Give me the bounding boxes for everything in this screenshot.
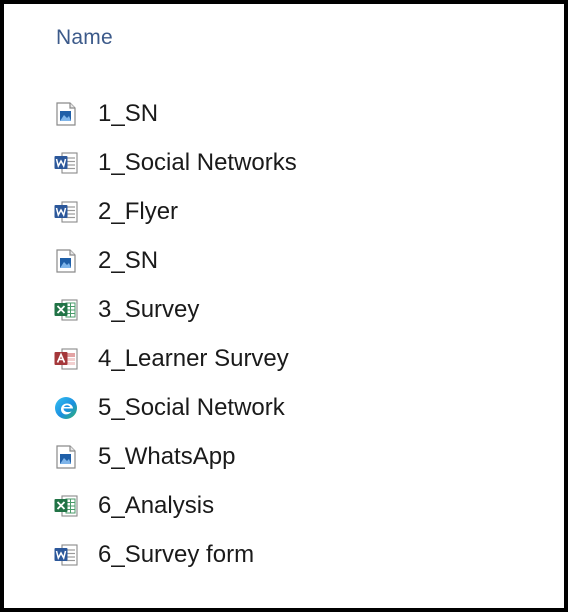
word-document-icon xyxy=(54,543,78,567)
file-name: 2_SN xyxy=(98,246,159,274)
excel-spreadsheet-icon xyxy=(54,298,78,322)
name-column-header[interactable]: Name xyxy=(56,26,113,50)
file-row-4-learner-survey[interactable]: 4_Learner Survey xyxy=(54,334,534,383)
file-row-1-sn[interactable]: 1_SN xyxy=(54,89,534,138)
file-name: 3_Survey xyxy=(98,295,200,323)
file-name: 4_Learner Survey xyxy=(98,344,289,372)
file-row-2-sn[interactable]: 2_SN xyxy=(54,236,534,285)
image-file-icon xyxy=(54,248,78,273)
image-file-icon xyxy=(54,101,78,126)
file-explorer-window: Name 1_SN 1_Social Networks 2_Flyer 2_SN… xyxy=(0,0,568,612)
file-name: 5_Social Network xyxy=(98,393,285,421)
file-row-3-survey[interactable]: 3_Survey xyxy=(54,285,534,334)
file-list: 1_SN 1_Social Networks 2_Flyer 2_SN 3_Su… xyxy=(54,89,534,579)
file-row-6-analysis[interactable]: 6_Analysis xyxy=(54,481,534,530)
file-name: 5_WhatsApp xyxy=(98,442,236,470)
edge-browser-icon xyxy=(54,396,78,420)
file-row-6-survey-form[interactable]: 6_Survey form xyxy=(54,530,534,579)
file-row-5-social-network[interactable]: 5_Social Network xyxy=(54,383,534,432)
file-name: 1_Social Networks xyxy=(98,148,297,176)
file-name: 6_Survey form xyxy=(98,540,255,568)
word-document-icon xyxy=(54,200,78,224)
file-name: 1_SN xyxy=(98,99,159,127)
excel-spreadsheet-icon xyxy=(54,494,78,518)
file-row-2-flyer[interactable]: 2_Flyer xyxy=(54,187,534,236)
image-file-icon xyxy=(54,444,78,469)
access-database-icon xyxy=(54,347,78,371)
file-name: 6_Analysis xyxy=(98,491,215,519)
file-row-5-whatsapp[interactable]: 5_WhatsApp xyxy=(54,432,534,481)
file-row-1-social-networks[interactable]: 1_Social Networks xyxy=(54,138,534,187)
word-document-icon xyxy=(54,151,78,175)
file-name: 2_Flyer xyxy=(98,197,179,225)
